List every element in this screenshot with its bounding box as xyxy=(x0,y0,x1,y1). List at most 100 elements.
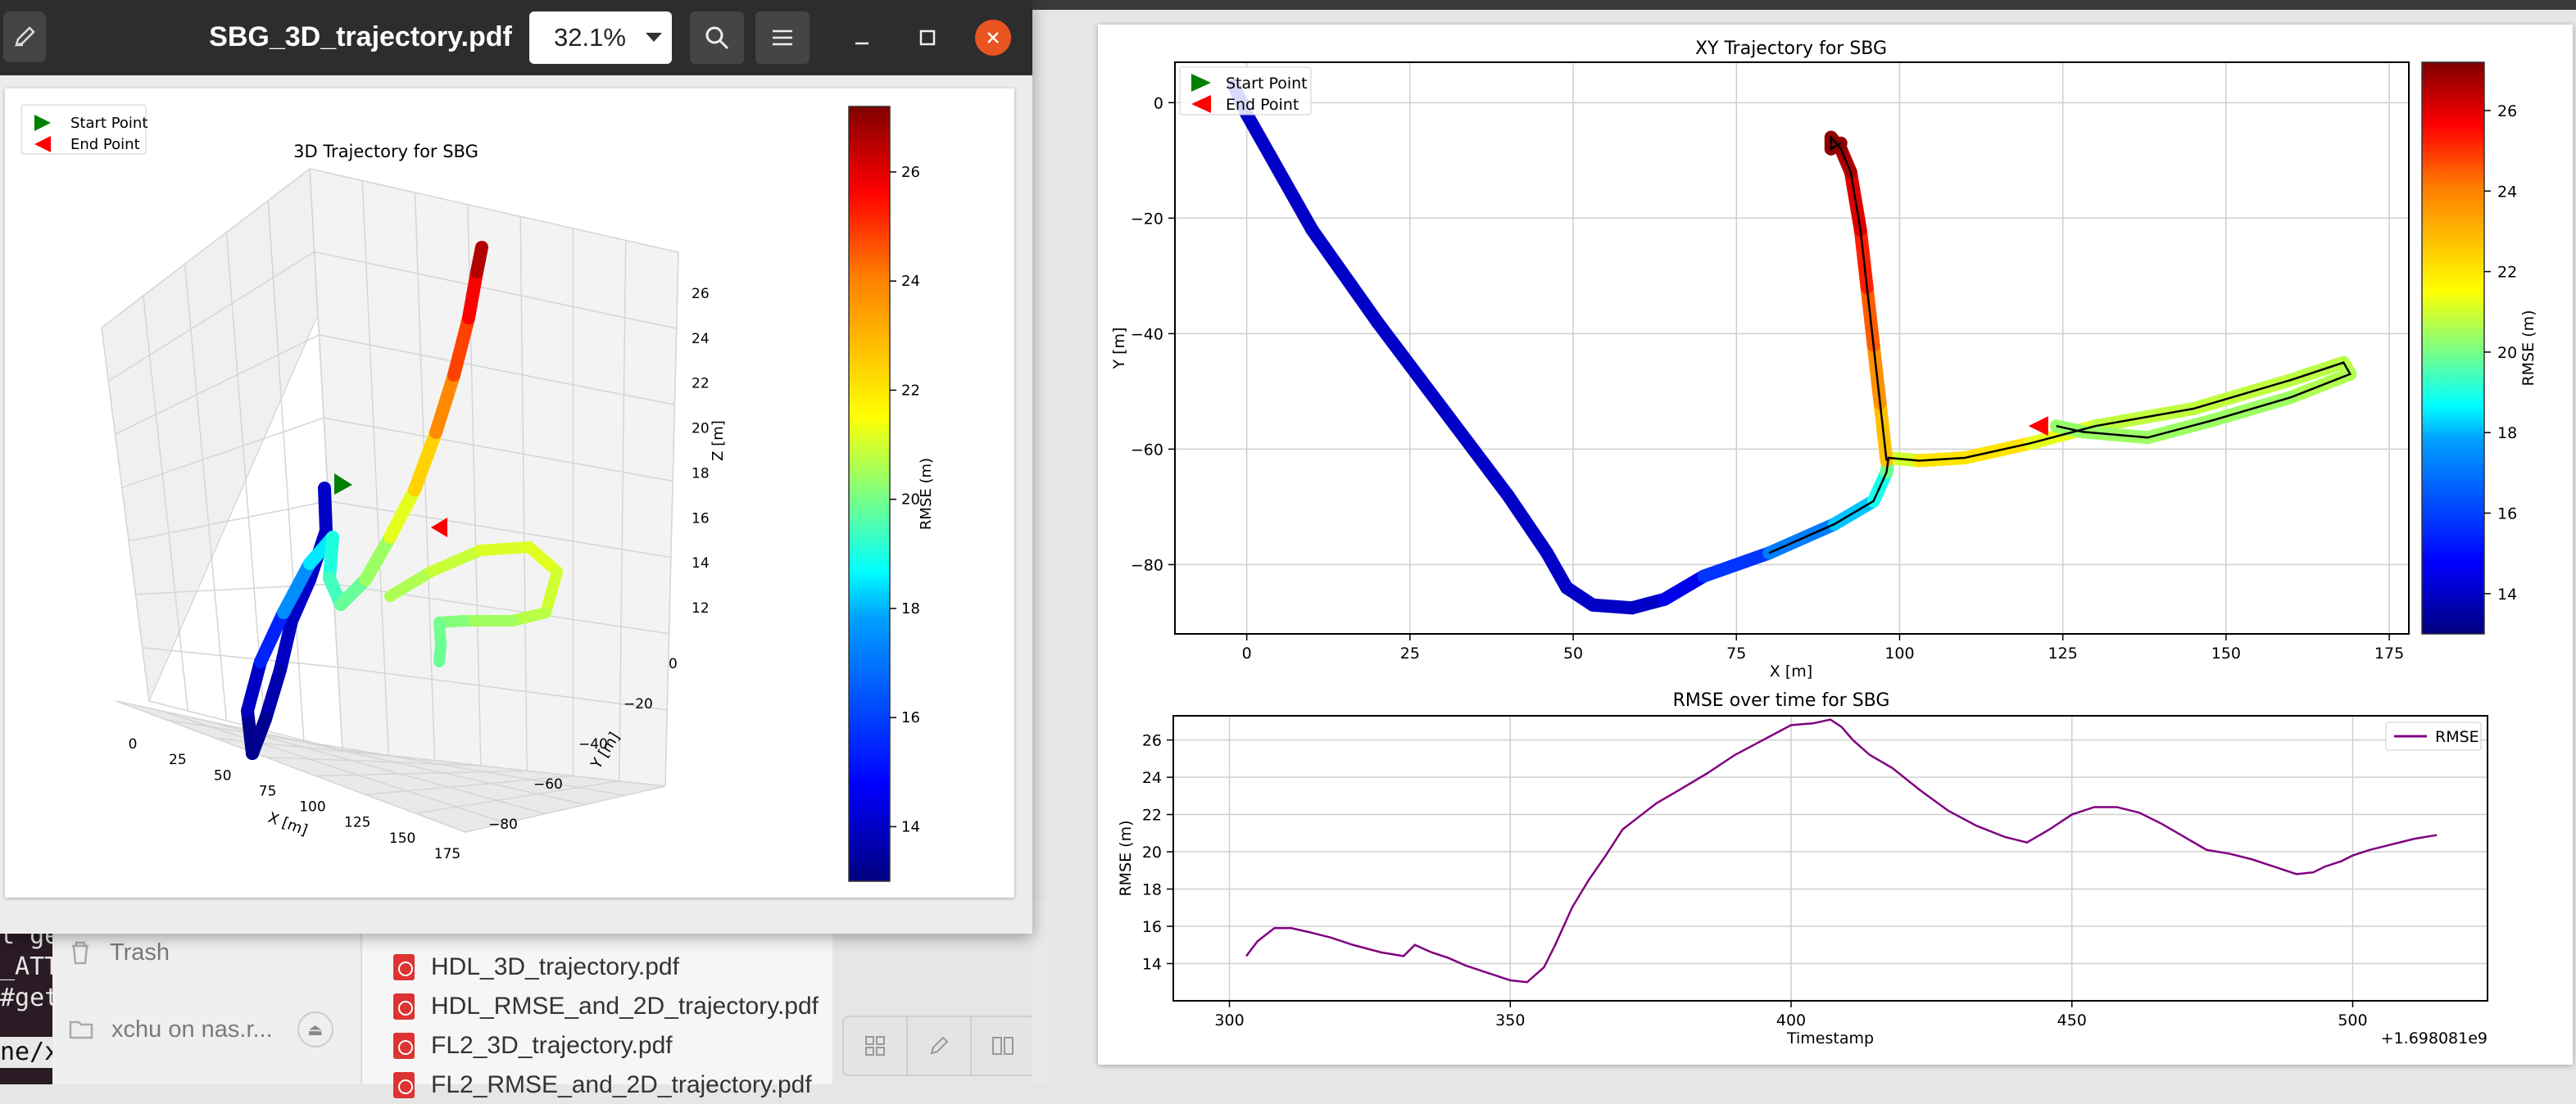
minimize-icon xyxy=(855,42,868,45)
3d-gridline xyxy=(142,647,338,668)
eject-icon[interactable]: ⏏ xyxy=(297,1011,333,1047)
pdf-file-icon xyxy=(393,993,415,1020)
grid-view-button[interactable] xyxy=(844,1017,908,1075)
3d-x-tick-label: 125 xyxy=(344,815,370,831)
3d-x-tick-label: 100 xyxy=(299,799,325,816)
xy-x-tick-label: 150 xyxy=(2211,645,2241,663)
xy-colorbar-tick-label: 20 xyxy=(2497,344,2517,362)
pdf-file-icon xyxy=(393,954,415,980)
3d-y-tick-label: −60 xyxy=(533,776,563,793)
rmse-x-axis-label: Timestamp xyxy=(1786,1029,1874,1047)
3d-y-tick-label: −80 xyxy=(488,817,518,833)
3d-colorbar-tick-label: 24 xyxy=(901,273,920,290)
xy-x-tick-label: 25 xyxy=(1400,645,1420,663)
xy-trajectory-segment xyxy=(1305,223,1385,329)
rmse-x-tick-label: 450 xyxy=(2057,1011,2087,1029)
rmse-y-tick-label: 20 xyxy=(1142,844,1162,862)
3d-trajectory-segment xyxy=(462,265,483,324)
file-manager-toolbar xyxy=(842,1016,1036,1076)
file-name: FL2_RMSE_and_2D_trajectory.pdf xyxy=(431,1071,812,1098)
xy-x-tick-label: 175 xyxy=(2374,645,2404,663)
file-item[interactable]: HDL_3D_trajectory.pdf xyxy=(393,948,679,986)
legend-start-label: Start Point xyxy=(70,115,147,132)
file-item[interactable]: FL2_RMSE_and_2D_trajectory.pdf xyxy=(393,1066,812,1104)
pdf-file-icon xyxy=(393,1072,415,1098)
chart-title: 3D Trajectory for SBG xyxy=(293,142,478,161)
xy-x-tick-label: 100 xyxy=(1884,645,1914,663)
3d-y-tick-label: 0 xyxy=(669,656,678,672)
maximize-icon xyxy=(919,29,936,46)
3d-trajectory-segment xyxy=(470,241,488,278)
3d-z-tick-label: 14 xyxy=(692,555,710,572)
xy-colorbar-tick-label: 16 xyxy=(2497,505,2517,523)
pdf-page[interactable]: 0 25 50 75 100 125 150 175 0 −20 −40 −60 −80 12 14 16 18… xyxy=(5,88,1014,898)
xy-end-marker xyxy=(2028,416,2048,437)
3d-trajectory-segment xyxy=(433,640,447,667)
book-icon xyxy=(992,1037,1014,1055)
xy-x-tick-label: 0 xyxy=(1242,645,1252,663)
file-name: FL2_3D_trajectory.pdf xyxy=(431,1032,673,1059)
search-button[interactable] xyxy=(690,11,744,64)
rmse-x-offset: +1.698081e9 xyxy=(2381,1029,2488,1047)
3d-x-tick-label: 25 xyxy=(169,752,187,768)
file-name: HDL_RMSE_and_2D_trajectory.pdf xyxy=(431,993,819,1020)
terminal-line: #get xyxy=(0,984,52,1012)
book-button[interactable] xyxy=(972,1017,1034,1075)
terminal-line: _ATT xyxy=(0,952,52,981)
3d-z-tick-label: 18 xyxy=(692,465,710,482)
rmse-x-tick-label: 400 xyxy=(1776,1011,1806,1029)
3d-colorbar-tick-label: 22 xyxy=(901,382,920,399)
3d-y-tick-label: −20 xyxy=(624,696,653,713)
3d-colorbar-tick-label: 26 xyxy=(901,164,920,181)
xy-colorbar-tick-label: 14 xyxy=(2497,586,2517,604)
grid-view-icon xyxy=(865,1036,885,1056)
3d-x-tick-label: 0 xyxy=(129,736,138,753)
sidebar-item-network[interactable]: xchu on nas.r... ⏏ xyxy=(69,1009,372,1050)
window-title: SBG_3D_trajectory.pdf xyxy=(209,21,512,52)
menu-button[interactable] xyxy=(755,11,810,64)
3d-x-tick-label: 50 xyxy=(214,767,232,784)
xy-legend-end: End Point xyxy=(1226,96,1299,114)
edit-button[interactable] xyxy=(908,1017,972,1075)
xy-y-axis-label: Y [m] xyxy=(1110,328,1128,370)
xy-y-tick-label: −20 xyxy=(1131,210,1163,228)
z-axis-label: Z [m] xyxy=(710,420,727,461)
rmse-series-line xyxy=(1245,718,2438,984)
zoom-selector[interactable]: 32.1% xyxy=(529,11,672,64)
annotate-button[interactable] xyxy=(3,11,46,62)
search-icon xyxy=(705,26,729,50)
rmse-plot-frame xyxy=(1172,715,2488,1002)
file-item[interactable]: HDL_RMSE_and_2D_trajectory.pdf xyxy=(393,988,819,1025)
maximize-button[interactable] xyxy=(909,20,946,56)
3d-z-tick-label: 16 xyxy=(692,510,710,527)
3d-x-tick-label: 150 xyxy=(389,830,415,847)
file-item[interactable]: FL2_3D_trajectory.pdf xyxy=(393,1027,673,1065)
xy-y-tick-label: −60 xyxy=(1131,441,1163,459)
close-button[interactable] xyxy=(975,20,1011,56)
xy-x-tick-label: 125 xyxy=(2048,645,2078,663)
xy-y-tick-label: −80 xyxy=(1131,556,1163,574)
sidebar-item-label: xchu on nas.r... xyxy=(111,1016,273,1043)
xy-colorbar xyxy=(2421,61,2485,635)
rmse-y-tick-label: 24 xyxy=(1142,769,1162,787)
3d-trajectory-segment xyxy=(474,541,535,556)
rmse-y-axis-label: RMSE (m) xyxy=(1117,820,1135,896)
xy-colorbar-tick-label: 22 xyxy=(2497,264,2517,282)
colorbar xyxy=(848,106,891,882)
3d-x-tick-label: 175 xyxy=(434,846,460,862)
colorbar-label: RMSE (m) xyxy=(918,458,935,530)
xy-trajectory-segment xyxy=(1658,569,1711,606)
rmse-y-tick-label: 18 xyxy=(1142,881,1162,899)
xy-x-tick-label: 50 xyxy=(1563,645,1583,663)
3d-trajectory-segment xyxy=(241,655,267,717)
sidebar-item-trash[interactable]: Trash xyxy=(69,932,170,973)
3d-z-tick-label: 20 xyxy=(692,421,710,437)
xy-colorbar-tick-label: 24 xyxy=(2497,183,2517,201)
xy-colorbar-tick-label: 26 xyxy=(2497,102,2517,120)
minimize-button[interactable] xyxy=(844,20,880,56)
pen-icon xyxy=(15,26,35,47)
hamburger-menu-icon xyxy=(773,29,792,46)
xy-trajectory-segment xyxy=(1435,402,1515,502)
3d-z-tick-label: 22 xyxy=(692,376,710,392)
3d-z-tick-label: 24 xyxy=(692,331,710,347)
